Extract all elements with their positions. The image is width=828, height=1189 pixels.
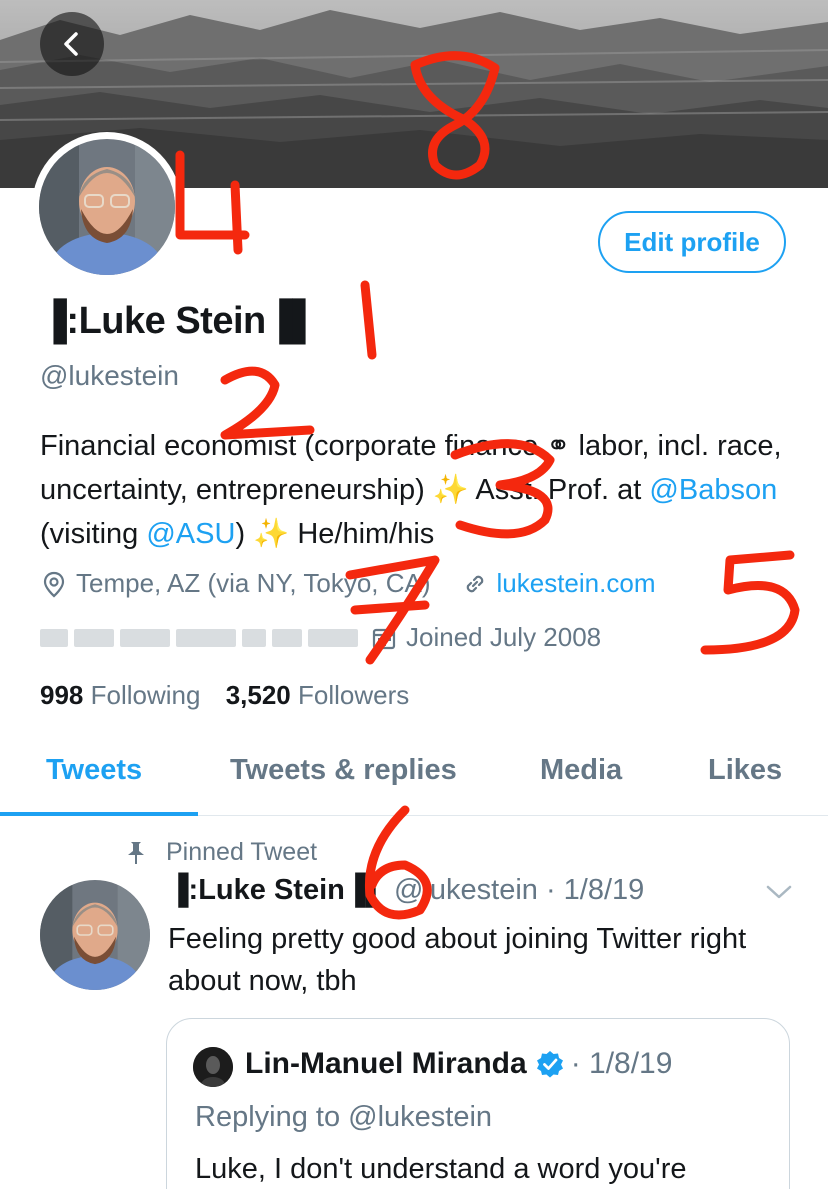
verified-badge-icon bbox=[536, 1051, 563, 1078]
redacted-info bbox=[120, 628, 170, 647]
profile-website-link[interactable]: lukestein.com bbox=[497, 568, 656, 599]
chevron-down-icon[interactable] bbox=[764, 882, 794, 902]
profile-location: Tempe, AZ (via NY, Tokyo, CA) bbox=[76, 568, 431, 598]
tweet-author-name[interactable]: ▐:Luke Stein▐▌ bbox=[168, 874, 386, 906]
tab-tweets-replies[interactable]: Tweets & replies bbox=[230, 754, 457, 787]
quoted-author-avatar bbox=[193, 1047, 233, 1087]
tweet-header: ▐:Luke Stein▐▌ @lukestein · 1/8/19 bbox=[168, 874, 644, 907]
bio-mention-babson[interactable]: @Babson bbox=[649, 474, 777, 506]
pinned-text: Pinned Tweet bbox=[166, 838, 318, 866]
following-label: Following bbox=[90, 680, 201, 710]
redacted-info bbox=[176, 628, 236, 647]
tweet-author-avatar[interactable] bbox=[40, 880, 150, 990]
followers-label: Followers bbox=[298, 680, 410, 710]
profile-joined-date: Joined July 2008 bbox=[406, 622, 602, 652]
avatar-photo bbox=[39, 139, 175, 275]
tab-media[interactable]: Media bbox=[540, 754, 622, 787]
link-icon bbox=[466, 575, 483, 592]
back-button[interactable] bbox=[40, 12, 104, 76]
bio-text: (visiting bbox=[40, 518, 147, 550]
following-count: 998 bbox=[40, 680, 84, 710]
bio-text: ) ✨ He/him/his bbox=[235, 518, 435, 550]
redacted-info bbox=[272, 628, 302, 647]
quoted-author-name: Lin-Manuel Miranda bbox=[245, 1047, 527, 1080]
bio-mention-asu[interactable]: @ASU bbox=[146, 518, 235, 550]
redacted-info bbox=[40, 628, 68, 647]
annotation-number-5 bbox=[700, 550, 800, 655]
tab-tweets[interactable]: Tweets bbox=[46, 754, 142, 787]
followers-count: 3,520 bbox=[225, 680, 291, 710]
profile-name: ▐:Luke Stein▐▌ bbox=[40, 300, 319, 342]
redacted-info bbox=[74, 628, 114, 647]
annotation-number-1 bbox=[360, 280, 377, 360]
redacted-info bbox=[242, 628, 266, 647]
quoted-tweet-card[interactable]: Lin-Manuel Miranda · 1/8/19 Replying to … bbox=[166, 1018, 790, 1189]
tweet-meta: @lukestein · 1/8/19 bbox=[394, 874, 645, 906]
quoted-replying-to: Replying to @lukestein bbox=[195, 1101, 493, 1133]
followers-link[interactable]: 3,520 Followers bbox=[226, 680, 410, 710]
quoted-tweet-meta: · 1/8/19 bbox=[570, 1047, 673, 1080]
redacted-info bbox=[308, 628, 358, 647]
follow-stats: 998 Following 3,520 Followers bbox=[40, 680, 409, 711]
profile-tabs: Tweets Tweets & replies Media Likes bbox=[0, 740, 828, 816]
calendar-icon bbox=[372, 628, 396, 649]
avatar-photo bbox=[40, 880, 150, 990]
location-pin-icon bbox=[43, 571, 65, 597]
profile-bio: Financial economist (corporate finance ⚭… bbox=[40, 424, 800, 556]
profile-joined-row: Joined July 2008 bbox=[40, 622, 601, 653]
edit-profile-button[interactable]: Edit profile bbox=[598, 211, 786, 273]
quoted-tweet-header: Lin-Manuel Miranda · 1/8/19 bbox=[245, 1047, 672, 1081]
pinned-tweet-label: Pinned Tweet bbox=[124, 838, 317, 867]
profile-avatar[interactable] bbox=[32, 132, 182, 282]
chevron-left-icon bbox=[64, 32, 78, 56]
following-link[interactable]: 998 Following bbox=[40, 680, 200, 710]
profile-handle: @lukestein bbox=[40, 360, 179, 391]
pin-icon bbox=[128, 841, 144, 864]
profile-meta-row: Tempe, AZ (via NY, Tokyo, CA) lukestein.… bbox=[40, 568, 655, 599]
quoted-tweet-text: Luke, I don't understand a word you're bbox=[195, 1153, 687, 1185]
tweet-text: Feeling pretty good about joining Twitte… bbox=[168, 923, 747, 997]
active-tab-indicator bbox=[0, 812, 198, 816]
tab-likes[interactable]: Likes bbox=[708, 754, 782, 787]
avatar-photo bbox=[193, 1047, 233, 1087]
